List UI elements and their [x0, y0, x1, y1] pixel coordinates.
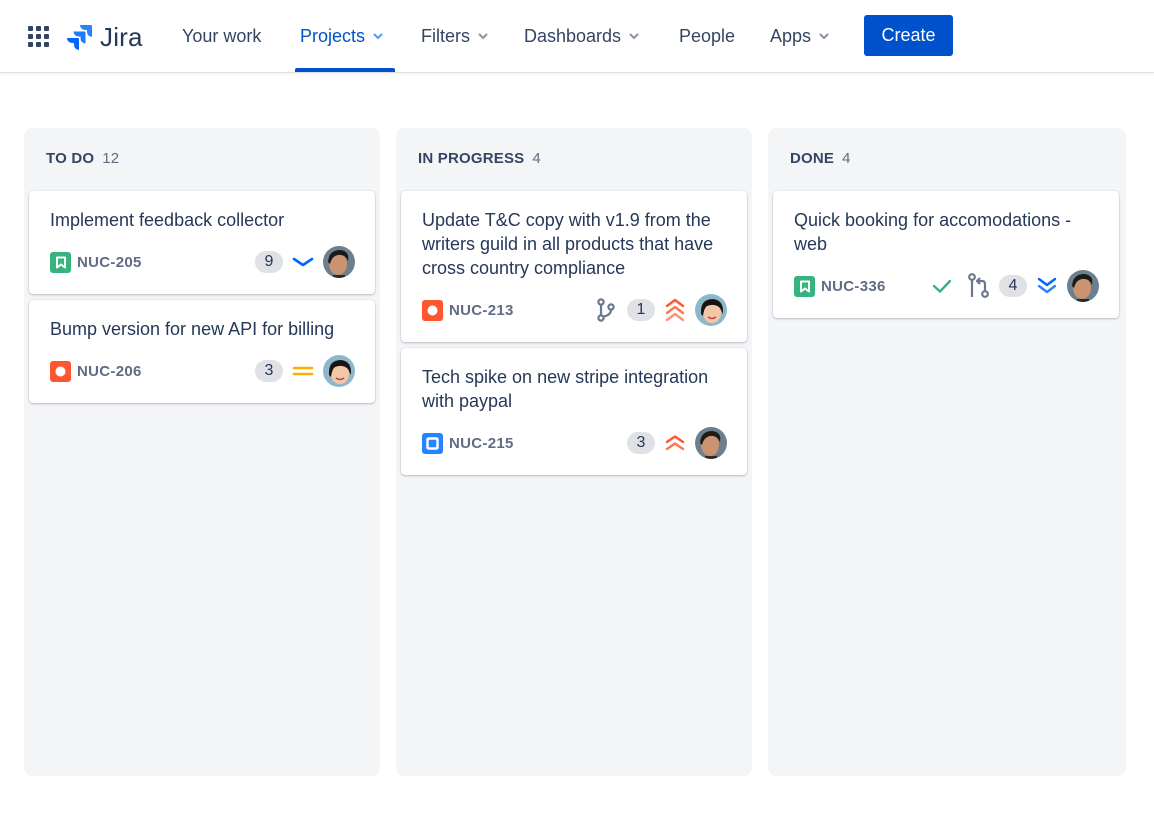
- assignee-avatar[interactable]: [695, 294, 727, 326]
- chevron-down-icon: [478, 33, 488, 40]
- jira-logo[interactable]: Jira: [66, 22, 143, 53]
- card-title: Bump version for new API for billing: [50, 319, 335, 339]
- nav-label: Your work: [182, 25, 262, 46]
- priority-low-icon: [291, 256, 315, 268]
- priority-lowest-icon: [1035, 276, 1059, 296]
- story-points-badge: 1: [627, 299, 655, 321]
- pull-request-icon: [967, 273, 991, 299]
- issue-card[interactable]: Bump version for new API for billing NUC…: [29, 300, 375, 403]
- priority-medium-icon: [291, 364, 315, 378]
- nav-dashboards[interactable]: Dashboards: [524, 0, 639, 72]
- chevron-down-icon: [629, 33, 639, 40]
- issue-card[interactable]: Quick booking for accomodations - web NU…: [773, 191, 1119, 318]
- bug-icon: [50, 360, 71, 382]
- assignee-avatar[interactable]: [1067, 270, 1099, 302]
- priority-high-icon: [663, 434, 687, 452]
- card-title: Update T&C copy with v1.9 from the write…: [422, 210, 714, 278]
- issue-key[interactable]: NUC-336: [821, 278, 886, 295]
- done-check-icon: [931, 278, 953, 294]
- card-title: Implement feedback collector: [50, 210, 285, 230]
- nav-people[interactable]: People: [679, 0, 735, 72]
- column-header: IN PROGRESS 4: [418, 150, 541, 167]
- column-header: TO DO 12: [46, 150, 119, 167]
- column-in-progress: IN PROGRESS 4 Update T&C copy with v1.9 f…: [396, 128, 752, 776]
- nav-projects[interactable]: Projects: [300, 0, 383, 72]
- active-tab-indicator: [295, 68, 395, 72]
- column-done: DONE 4 Quick booking for accomodations - …: [768, 128, 1126, 776]
- column-header: DONE 4: [790, 150, 851, 167]
- nav-label: Projects: [300, 25, 366, 46]
- column-title: IN PROGRESS: [418, 150, 525, 167]
- logo-text: Jira: [100, 22, 143, 52]
- bug-icon: [422, 299, 443, 321]
- issue-key[interactable]: NUC-213: [449, 302, 514, 319]
- nav-apps[interactable]: Apps: [770, 0, 829, 72]
- jira-logo-icon: [67, 24, 93, 50]
- story-points-badge: 3: [255, 360, 283, 382]
- column-todo: TO DO 12 Implement feedback collector NUC…: [24, 128, 380, 776]
- card-footer: NUC-336 4: [794, 270, 1099, 302]
- card-footer: NUC-206 3: [50, 355, 355, 387]
- task-icon: [422, 432, 443, 454]
- story-points-badge: 9: [255, 251, 283, 273]
- chevron-down-icon: [373, 33, 383, 40]
- column-count: 4: [842, 150, 851, 167]
- nav-your-work[interactable]: Your work: [182, 0, 261, 72]
- top-navigation: Jira Your work Projects Filters Dashboar…: [0, 0, 1154, 72]
- nav-label: Apps: [770, 25, 812, 46]
- card-title: Quick booking for accomodations - web: [794, 210, 1072, 254]
- story-points-badge: 4: [999, 275, 1027, 297]
- create-button[interactable]: Create: [864, 15, 953, 56]
- story-icon: [794, 275, 815, 297]
- app-switcher-icon[interactable]: [28, 26, 49, 47]
- issue-key[interactable]: NUC-205: [77, 254, 142, 271]
- issue-card[interactable]: Update T&C copy with v1.9 from the write…: [401, 191, 747, 342]
- story-points-badge: 3: [627, 432, 655, 454]
- issue-key[interactable]: NUC-206: [77, 363, 142, 380]
- nav-label: Dashboards: [524, 25, 622, 46]
- story-icon: [50, 251, 71, 273]
- column-title: TO DO: [46, 150, 95, 167]
- nav-filters[interactable]: Filters: [421, 0, 488, 72]
- column-count: 12: [102, 150, 120, 167]
- branch-icon: [595, 298, 617, 322]
- issue-card[interactable]: Implement feedback collector NUC-205 9: [29, 191, 375, 294]
- assignee-avatar[interactable]: [323, 355, 355, 387]
- card-footer: NUC-213 1: [422, 294, 727, 326]
- nav-label: Filters: [421, 25, 470, 46]
- nav-label: People: [679, 25, 736, 46]
- chevron-down-icon: [819, 33, 829, 40]
- card-footer: NUC-215 3: [422, 427, 727, 459]
- issue-key[interactable]: NUC-215: [449, 435, 514, 452]
- column-count: 4: [532, 150, 541, 167]
- card-footer: NUC-205 9: [50, 246, 355, 278]
- issue-card[interactable]: Tech spike on new stripe integration wit…: [401, 348, 747, 475]
- card-title: Tech spike on new stripe integration wit…: [422, 367, 709, 411]
- column-title: DONE: [790, 150, 835, 167]
- assignee-avatar[interactable]: [695, 427, 727, 459]
- assignee-avatar[interactable]: [323, 246, 355, 278]
- priority-highest-icon: [663, 297, 687, 323]
